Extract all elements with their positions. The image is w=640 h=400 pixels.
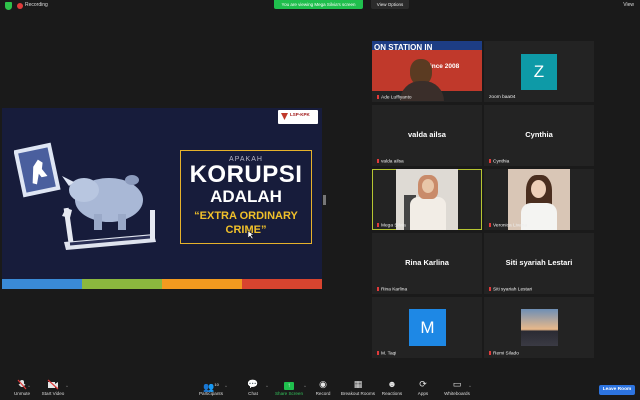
participant-name: Mega Silvia	[377, 222, 406, 228]
video-options-chevron-icon[interactable]: ^	[66, 384, 68, 389]
view-options-button[interactable]: View Options	[371, 0, 409, 9]
participant-name-text: Veronica Livana	[493, 223, 528, 228]
participant-name-text: zoom baa04	[489, 95, 516, 100]
logo-mark-icon	[281, 113, 288, 120]
participants-button[interactable]: 👥10 Participants	[189, 379, 233, 399]
slide-stripe-blue	[2, 279, 82, 289]
avatar-letter: M	[420, 317, 435, 337]
participant-name: Remi Silado	[489, 350, 519, 356]
participant-tile-mega-silvia[interactable]: Mega Silvia	[372, 169, 482, 230]
slide-title-box: APAKAH KORUPSI ADALAH “EXTRA ORDINARY CR…	[180, 150, 312, 244]
muted-mic-icon	[377, 94, 379, 99]
participant-avatar: Z	[521, 54, 557, 90]
audio-options-chevron-icon[interactable]: ^	[28, 384, 30, 389]
whiteboards-label: Whiteboards	[444, 391, 470, 396]
participant-profile-picture	[521, 309, 558, 346]
participant-tile-cynthia[interactable]: Cynthia Cynthia	[484, 105, 594, 166]
muted-mic-icon	[489, 158, 491, 163]
participant-name-text: Rina Karlina	[381, 287, 408, 292]
participant-tile-ade[interactable]: ON STATION IN tv Since 2008 Ade Luffiyan…	[372, 41, 482, 102]
slide-extra-line1: “EXTRA ORDINARY	[194, 210, 298, 222]
muted-mic-icon	[377, 286, 379, 291]
slide-stripe-red	[242, 279, 322, 289]
participants-chevron-icon[interactable]: ^	[225, 384, 227, 389]
start-video-button[interactable]: Start Video	[31, 379, 75, 399]
slide-stripe-orange	[162, 279, 242, 289]
participant-name-text: Ade Luffiyanto	[381, 95, 412, 100]
participant-tile-veronica[interactable]: Veronica Livana	[484, 169, 594, 230]
muted-mic-icon	[377, 350, 379, 355]
participant-name: M. Taqi	[377, 350, 397, 356]
avatar-letter: Z	[533, 62, 545, 81]
participant-tile-zoom-baa04[interactable]: Z zoom baa04	[484, 41, 594, 102]
mouse-cursor-icon	[248, 231, 254, 239]
participant-name: Veronica Livana	[489, 222, 528, 228]
logo-text: LSP-KPK	[290, 112, 310, 117]
muted-mic-icon	[377, 158, 379, 163]
participants-label: Participants	[198, 391, 223, 396]
participant-video-veronica	[508, 169, 570, 230]
lsp-kpk-logo: LSP-KPK	[278, 110, 318, 124]
whiteboards-chevron-icon[interactable]: ^	[469, 384, 471, 389]
view-button[interactable]: View	[623, 2, 634, 8]
participant-name-text: Cynthia	[493, 159, 510, 164]
participant-tile-rina[interactable]: Rina Karlina Rina Karlina	[372, 233, 482, 294]
participant-name: Siti syariah Lestari	[489, 286, 533, 292]
whiteboard-icon: ▭	[452, 379, 462, 389]
person-face	[531, 180, 546, 198]
participant-name-text: Mega Silvia	[381, 223, 406, 228]
participants-count: 10	[214, 382, 219, 387]
participant-name: valda ailsa	[377, 158, 404, 164]
participant-tile-m-taqi[interactable]: M M. Taqi	[372, 297, 482, 358]
participant-display-name: Cynthia	[525, 130, 553, 139]
video-banner-text-1: ON STATION IN	[374, 43, 433, 52]
participant-name: Ade Luffiyanto	[377, 94, 412, 100]
slide-stripe-green	[82, 279, 162, 289]
participant-name: Rina Karlina	[377, 286, 408, 292]
participant-display-name: Rina Karlina	[405, 258, 449, 267]
participant-tile-siti[interactable]: Siti syariah Lestari Siti syariah Lestar…	[484, 233, 594, 294]
participant-video-mega	[396, 169, 458, 230]
participant-avatar: M	[409, 309, 446, 346]
participant-display-name: Siti syariah Lestari	[505, 258, 573, 267]
shared-screen-slide: LSP-KPK APAKAH KORUPSI ADALAH “EXTRA ORD…	[2, 108, 322, 289]
recording-label: Recording	[25, 2, 48, 8]
rhino-treadmill-illustration	[14, 142, 156, 250]
participant-name-text: M. Taqi	[381, 351, 397, 356]
participant-name-text: valda ailsa	[381, 159, 404, 164]
video-off-icon	[31, 379, 75, 390]
slide-adalah: ADALAH	[210, 187, 282, 206]
unicorn-picture-frame	[14, 142, 61, 198]
leave-room-button[interactable]: Leave Room	[599, 385, 635, 395]
participant-tile-valda[interactable]: valda ailsa valda ailsa	[372, 105, 482, 166]
participant-name-text: Remi Silado	[493, 351, 519, 356]
participant-tile-remi[interactable]: Remi Silado	[484, 297, 594, 358]
slide-korupsi: KORUPSI	[189, 161, 303, 188]
meeting-toolbar: Unmute ^ Start Video ^ 👥10 Participants …	[0, 376, 640, 400]
person-body	[410, 197, 446, 230]
participant-name: zoom baa04	[489, 95, 515, 100]
muted-mic-icon	[489, 286, 491, 291]
participant-name: Cynthia	[489, 158, 510, 164]
participant-display-name: valda ailsa	[408, 130, 446, 139]
rhino-figure	[62, 175, 143, 230]
whiteboards-button[interactable]: ▭ Whiteboards	[435, 379, 479, 399]
slide-extra-ordinary-crime: “EXTRA ORDINARY CRIME”	[181, 209, 311, 237]
top-bar: Recording You are viewing Mega Silvia's …	[0, 0, 640, 12]
recording-dot-icon	[17, 3, 23, 9]
start-video-label: Start Video	[41, 391, 65, 396]
split-view-handle[interactable]	[323, 195, 326, 205]
participant-name-text: Siti syariah Lestari	[493, 287, 533, 292]
slide-extra-line2: CRIME”	[225, 224, 267, 236]
screen-share-banner: You are viewing Mega Silvia's screen	[274, 0, 363, 9]
security-shield-icon[interactable]	[5, 2, 12, 10]
muted-mic-icon	[489, 350, 491, 355]
participant-video-ade: ON STATION IN tv Since 2008	[372, 41, 482, 101]
muted-mic-icon	[377, 222, 379, 227]
muted-mic-icon	[489, 222, 491, 227]
person-face	[422, 179, 434, 193]
